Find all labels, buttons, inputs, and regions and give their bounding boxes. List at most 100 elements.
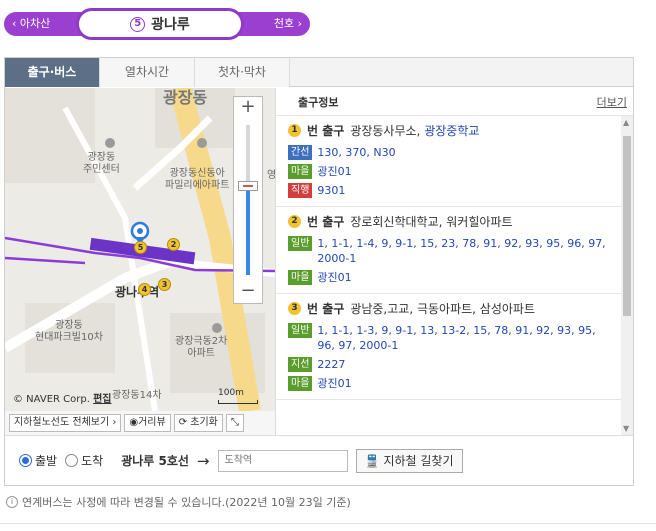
exit-info-header: 출구정보 더보기 — [276, 88, 633, 116]
arrow-right-icon: → — [196, 451, 210, 470]
search-button-label: 지하철 길찾기 — [383, 454, 454, 468]
exit-places-text: 광장동사무소, — [350, 124, 421, 138]
line-number-badge: 5 — [130, 16, 146, 32]
station-info-panel: 출구·버스 열차시간 첫차·막차 광장동 광장동 주민센터 광장동신동아 파밀리… — [4, 57, 634, 486]
bus-row: 일반 1, 1-1, 1-3, 9, 9-1, 13, 13-2, 15, 78,… — [288, 323, 609, 353]
exit-title: 1 번 출구 광장동사무소, 광장중학교 — [288, 122, 609, 139]
street-view-label: 거리뷰 — [138, 417, 166, 428]
bus-row: 간선 130, 370, N30 — [288, 145, 609, 160]
scroll-down-icon[interactable]: ▼ — [623, 424, 629, 433]
destination-input[interactable] — [217, 449, 348, 472]
map-exit-marker-3[interactable]: 3 — [158, 278, 171, 291]
zoom-control: + − — [233, 96, 263, 304]
tab-exit-bus[interactable]: 출구·버스 — [5, 58, 100, 87]
street-view-icon: ◉ — [129, 417, 139, 428]
apartment-icon — [197, 138, 207, 148]
radio-button[interactable] — [19, 454, 32, 467]
exit-label: 번 출구 — [307, 302, 345, 316]
notice: i 연계버스는 사정에 따라 변경될 수 있습니다.(2022년 10월 23일… — [6, 494, 351, 510]
exit-places: 광장동사무소, 광장중학교 — [350, 122, 479, 139]
arrive-radio[interactable]: 도착 — [65, 452, 103, 469]
station-map[interactable]: 광장동 광장동 주민센터 광장동신동아 파밀리에아파트 영 광나루역 2 3 4… — [5, 88, 275, 411]
map-label-district: 광장동 — [163, 88, 208, 107]
bus-type-badge: 일반 — [288, 323, 313, 338]
bus-list[interactable]: 9301 — [317, 183, 345, 198]
station-selector: ‹ 아차산 5 광나루 천호 › — [4, 8, 310, 40]
scroll-thumb[interactable] — [623, 136, 631, 316]
zoom-in-button[interactable]: + — [234, 97, 262, 119]
expand-icon: ⤡ — [230, 417, 239, 428]
map-label-edge: 영 — [267, 170, 275, 181]
route-origin: 광나루 5호선 — [121, 454, 189, 468]
bus-row: 마을 광진01 — [288, 376, 609, 391]
map-label-apartment-3: 광장극동2차 아파트 — [175, 336, 228, 359]
bus-list[interactable]: 2227 — [317, 357, 345, 372]
map-scale-label: 100m — [218, 388, 244, 398]
bus-type-badge: 마을 — [288, 164, 313, 179]
map-copyright: © NAVER Corp. 편집 — [13, 390, 111, 405]
map-toolbar: 지하철노선도 전체보기 › ◉거리뷰 ⟳ 초기화 ⤡ — [5, 411, 275, 435]
poi-icon — [105, 138, 115, 148]
exit-info-more-link[interactable]: 더보기 — [597, 94, 627, 110]
exit-panel-scrollbar[interactable]: ▲ ▼ — [621, 116, 633, 435]
bus-list[interactable]: 130, 370, N30 — [317, 145, 395, 160]
exit-label: 번 출구 — [307, 124, 345, 138]
bus-row: 마을 광진01 — [288, 164, 609, 179]
tab-train-times[interactable]: 열차시간 — [100, 58, 195, 87]
exit-group-1: 1 번 출구 광장동사무소, 광장중학교 간선 130, 370, N30 마을 광… — [276, 116, 633, 207]
tab-bar: 출구·버스 열차시간 첫차·막차 — [5, 58, 633, 87]
exit-number-icon: 2 — [288, 215, 301, 228]
bus-type-badge: 간선 — [288, 145, 313, 160]
radio-button[interactable] — [65, 454, 79, 467]
bus-list[interactable]: 1, 1-1, 1-4, 9, 9-1, 15, 23, 78, 91, 92,… — [317, 236, 609, 266]
bus-list[interactable]: 광진01 — [317, 270, 351, 285]
reset-icon: ⟳ — [178, 417, 188, 428]
prev-station-link[interactable]: ‹ 아차산 — [12, 12, 50, 36]
map-exit-marker-5[interactable]: 5 — [134, 241, 147, 254]
subway-route-search-button[interactable]: 🚆 지하철 길찾기 — [355, 448, 463, 473]
depart-radio[interactable]: 출발 — [19, 452, 57, 469]
zoom-out-button[interactable]: − — [234, 281, 262, 303]
bus-list[interactable]: 광진01 — [317, 164, 351, 179]
exit-title: 3 번 출구 광남중,고교, 극동아파트, 삼성아파트 — [288, 300, 609, 317]
exit-places: 장로회신학대학교, 워커힐아파트 — [350, 215, 513, 229]
route-search-row: 출발 도착 광나루 5호선 → 🚆지하철 길찾기 — [5, 435, 633, 485]
map-scale-bar — [218, 400, 258, 404]
exit-group-3: 3 번 출구 광남중,고교, 극동아파트, 삼성아파트 일반 1, 1-1, 1-… — [276, 294, 633, 400]
map-exit-marker-2[interactable]: 2 — [167, 238, 180, 251]
scroll-up-icon[interactable]: ▲ — [623, 118, 629, 127]
info-icon: i — [6, 496, 18, 508]
map-edit-link[interactable]: 편집 — [93, 394, 111, 405]
place-link[interactable]: 광장중학교 — [424, 124, 479, 138]
exit-title: 2 번 출구 장로회신학대학교, 워커힐아파트 — [288, 213, 609, 230]
arrive-label: 도착 — [81, 454, 104, 468]
map-label-apartment-4: 광장동14차 — [112, 390, 162, 401]
exit-label: 번 출구 — [307, 215, 345, 229]
current-station-name: 광나루 — [151, 17, 190, 33]
bus-type-badge: 일반 — [288, 236, 313, 251]
train-icon: 🚆 — [364, 453, 380, 468]
next-station-link[interactable]: 천호 › — [274, 12, 302, 36]
bus-row: 직행 9301 — [288, 183, 609, 198]
bottom-divider — [0, 523, 656, 524]
street-view-button[interactable]: ◉거리뷰 — [124, 414, 171, 432]
exit-info-panel: 출구정보 더보기 1 번 출구 광장동사무소, 광장중학교 간선 130, 370… — [275, 88, 633, 435]
map-label-apartment-1: 광장동신동아 파밀리에아파트 — [165, 168, 230, 191]
exit-group-2: 2 번 출구 장로회신학대학교, 워커힐아파트 일반 1, 1-1, 1-4, 9… — [276, 207, 633, 294]
map-exit-marker-4[interactable]: 4 — [138, 283, 151, 296]
apartment-icon — [212, 323, 222, 333]
bus-row: 마을 광진01 — [288, 270, 609, 285]
map-expand-button[interactable]: ⤡ — [225, 414, 244, 432]
bus-list[interactable]: 광진01 — [317, 376, 351, 391]
exit-number-icon: 1 — [288, 124, 301, 137]
full-route-map-button[interactable]: 지하철노선도 전체보기 › — [9, 414, 122, 432]
exit-info-title: 출구정보 — [298, 95, 339, 109]
bus-list[interactable]: 1, 1-1, 1-3, 9, 9-1, 13, 13-2, 15, 78, 9… — [317, 323, 609, 353]
depart-label: 출발 — [35, 454, 58, 468]
current-station: 5 광나루 — [76, 8, 244, 40]
tab-first-last-train[interactable]: 첫차·막차 — [195, 58, 290, 87]
map-reset-button[interactable]: ⟳ 초기화 — [173, 414, 223, 432]
bus-type-badge: 지선 — [288, 357, 313, 372]
bus-row: 지선 2227 — [288, 357, 609, 372]
zoom-slider-handle[interactable] — [238, 181, 258, 191]
